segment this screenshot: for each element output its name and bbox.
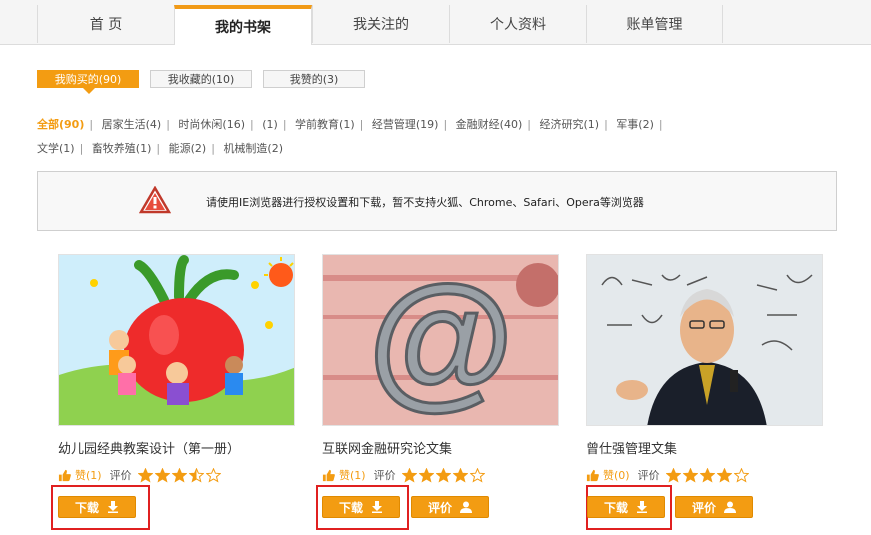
thumbs-up-icon[interactable] <box>322 469 335 482</box>
rating-label: 评价 <box>637 469 660 482</box>
star-icon[interactable] <box>733 467 749 483</box>
download-button[interactable]: 下载 <box>587 496 665 518</box>
category-management[interactable]: 经营管理(19) <box>372 118 439 131</box>
download-button[interactable]: 下载 <box>58 496 136 518</box>
nav-tab-home[interactable]: 首 页 <box>37 5 174 43</box>
download-label: 下载 <box>603 500 628 515</box>
star-icon[interactable] <box>171 467 187 483</box>
star-icon[interactable] <box>452 467 468 483</box>
category-home-life[interactable]: 居家生活(4) <box>102 118 162 131</box>
category-unnamed[interactable]: (1) <box>262 118 278 131</box>
rating-label: 评价 <box>373 469 396 482</box>
star-icon[interactable] <box>665 467 681 483</box>
thumbs-up-icon[interactable] <box>58 469 71 482</box>
download-button[interactable]: 下载 <box>322 496 400 518</box>
category-military[interactable]: 军事(2) <box>616 118 654 131</box>
category-preschool[interactable]: 学前教育(1) <box>295 118 355 131</box>
star-icon[interactable] <box>137 467 153 483</box>
star-icon[interactable] <box>188 467 204 483</box>
nav-tab-billing[interactable]: 账单管理 <box>586 5 723 43</box>
category-energy[interactable]: 能源(2) <box>169 142 207 155</box>
thumbs-up-icon[interactable] <box>586 469 599 482</box>
book-title[interactable]: 互联网金融研究论文集 <box>322 438 452 457</box>
review-button[interactable]: 评价 <box>675 496 753 518</box>
star-icon[interactable] <box>205 467 221 483</box>
svg-text:@: @ <box>368 255 514 422</box>
category-machinery[interactable]: 机械制造(2) <box>223 142 283 155</box>
rating-label: 评价 <box>109 469 132 482</box>
user-icon <box>724 501 736 513</box>
category-economics[interactable]: 经济研究(1) <box>539 118 599 131</box>
star-icon[interactable] <box>401 467 417 483</box>
category-all[interactable]: 全部(90) <box>37 118 84 131</box>
book-cover-management[interactable] <box>586 254 823 426</box>
star-icon[interactable] <box>682 467 698 483</box>
category-filter: 全部(90) | 居家生活(4) | 时尚休闲(16) | (1) | 学前教育(1) |… <box>37 118 663 155</box>
book-title[interactable]: 幼儿园经典教案设计（第一册） <box>58 438 240 457</box>
review-label: 评价 <box>691 500 716 515</box>
review-button[interactable]: 评价 <box>411 496 489 518</box>
download-icon <box>372 501 382 513</box>
rating-stars[interactable] <box>401 467 487 483</box>
nav-tab-profile[interactable]: 个人资料 <box>449 5 586 43</box>
like-count[interactable]: 赞(1) <box>339 467 366 483</box>
download-icon <box>637 501 647 513</box>
book-title[interactable]: 曾仕强管理文集 <box>586 438 677 457</box>
user-icon <box>460 501 472 513</box>
subtab-favorites[interactable]: 我收藏的(10) <box>150 70 252 88</box>
download-label: 下载 <box>74 500 99 515</box>
warning-icon <box>139 186 171 214</box>
subtab-active-arrow <box>83 88 95 94</box>
rating-stars[interactable] <box>665 467 751 483</box>
book-cover-kindergarten[interactable] <box>58 254 295 426</box>
star-icon[interactable] <box>699 467 715 483</box>
star-icon[interactable] <box>435 467 451 483</box>
nav-tab-bookshelf[interactable]: 我的书架 <box>174 5 312 45</box>
book-meta: 赞(1) 评价 <box>58 467 223 483</box>
star-icon[interactable] <box>418 467 434 483</box>
notice-text: 请使用IE浏览器进行授权设置和下载，暂不支持火狐、Chrome、Safari、O… <box>206 196 644 209</box>
review-label: 评价 <box>427 500 452 515</box>
nav-tab-following[interactable]: 我关注的 <box>312 5 449 43</box>
star-icon[interactable] <box>154 467 170 483</box>
like-count[interactable]: 赞(1) <box>75 467 102 483</box>
management-cover-image <box>587 255 822 425</box>
download-icon <box>108 501 118 513</box>
book-meta: 赞(1) 评价 <box>322 467 487 483</box>
like-count[interactable]: 赞(0) <box>603 467 630 483</box>
rating-stars[interactable] <box>137 467 223 483</box>
category-livestock[interactable]: 畜牧养殖(1) <box>92 142 152 155</box>
category-literature[interactable]: 文学(1) <box>37 142 75 155</box>
book-cover-internet-finance[interactable]: @ <box>322 254 559 426</box>
star-icon[interactable] <box>716 467 732 483</box>
download-label: 下载 <box>338 500 363 515</box>
subtab-purchased[interactable]: 我购买的(90) <box>37 70 139 88</box>
browser-notice: 请使用IE浏览器进行授权设置和下载，暂不支持火狐、Chrome、Safari、O… <box>37 171 837 231</box>
book-meta: 赞(0) 评价 <box>586 467 751 483</box>
kindergarten-cover-image <box>59 255 294 425</box>
internet-finance-cover-image: @ <box>323 255 558 425</box>
category-finance[interactable]: 金融财经(40) <box>456 118 523 131</box>
category-fashion[interactable]: 时尚休闲(16) <box>178 118 245 131</box>
star-icon[interactable] <box>469 467 485 483</box>
subtab-liked[interactable]: 我赞的(3) <box>263 70 365 88</box>
